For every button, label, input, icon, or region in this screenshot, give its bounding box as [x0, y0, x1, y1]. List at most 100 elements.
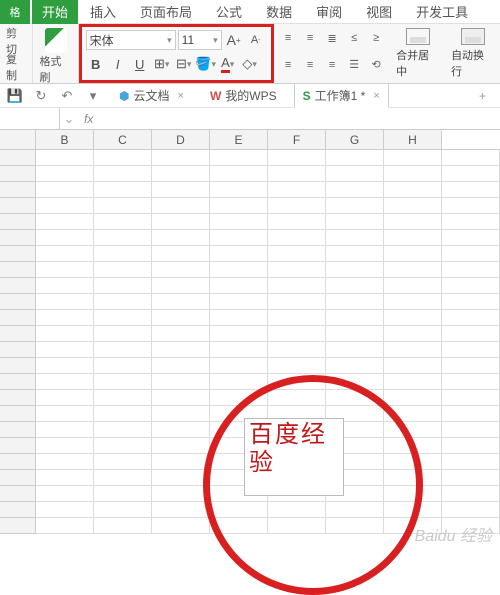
save-icon[interactable]: 💾	[6, 87, 24, 105]
cell[interactable]	[268, 182, 326, 198]
cell[interactable]	[326, 502, 384, 518]
cell[interactable]	[442, 214, 500, 230]
cell[interactable]	[268, 278, 326, 294]
col-header[interactable]: E	[210, 130, 268, 149]
cell[interactable]	[268, 198, 326, 214]
cell[interactable]	[36, 294, 94, 310]
cell[interactable]	[442, 486, 500, 502]
cell[interactable]	[152, 374, 210, 390]
indent-increase-button[interactable]: ≥	[366, 28, 386, 48]
cell[interactable]	[268, 214, 326, 230]
cell[interactable]	[152, 214, 210, 230]
cell[interactable]	[442, 278, 500, 294]
tab-review[interactable]: 审阅	[304, 0, 354, 24]
row-header[interactable]	[0, 198, 36, 214]
cell[interactable]	[384, 326, 442, 342]
cell[interactable]	[152, 246, 210, 262]
cell[interactable]	[210, 214, 268, 230]
tab-home[interactable]: 开始	[32, 0, 78, 24]
cell[interactable]	[152, 390, 210, 406]
cell[interactable]	[152, 454, 210, 470]
row-header[interactable]	[0, 166, 36, 182]
cell[interactable]	[152, 166, 210, 182]
cell[interactable]	[94, 390, 152, 406]
cell[interactable]	[442, 326, 500, 342]
merge-center-button[interactable]: 合并居中	[396, 47, 439, 79]
cell[interactable]	[152, 438, 210, 454]
undo-icon[interactable]: ↶	[58, 87, 76, 105]
cell[interactable]	[94, 214, 152, 230]
cell[interactable]	[326, 230, 384, 246]
cell[interactable]	[268, 502, 326, 518]
row-header[interactable]	[0, 246, 36, 262]
cell[interactable]	[442, 470, 500, 486]
close-icon[interactable]: ×	[373, 90, 379, 102]
cell[interactable]	[442, 502, 500, 518]
cell[interactable]	[268, 310, 326, 326]
border-style-button[interactable]: ⊟▾	[174, 54, 194, 74]
align-left-button[interactable]: ≡	[278, 55, 298, 75]
font-size-select[interactable]: 11 ▾	[178, 30, 222, 50]
cell[interactable]	[442, 166, 500, 182]
cell[interactable]	[210, 150, 268, 166]
cell[interactable]	[384, 390, 442, 406]
refresh-icon[interactable]: ↻	[32, 87, 50, 105]
cell[interactable]	[210, 294, 268, 310]
cell[interactable]	[384, 214, 442, 230]
row-header[interactable]	[0, 214, 36, 230]
cell[interactable]	[36, 358, 94, 374]
col-header[interactable]: D	[152, 130, 210, 149]
cell[interactable]	[442, 230, 500, 246]
cell[interactable]	[152, 294, 210, 310]
cell[interactable]	[94, 262, 152, 278]
cell[interactable]	[442, 374, 500, 390]
cell[interactable]	[152, 310, 210, 326]
cell[interactable]	[152, 518, 210, 534]
cell[interactable]	[442, 198, 500, 214]
align-middle-button[interactable]: ≡	[300, 28, 320, 48]
doc-tab-cloud[interactable]: ⬢ 云文档 ×	[110, 83, 193, 108]
row-header[interactable]	[0, 502, 36, 518]
cell[interactable]	[36, 470, 94, 486]
cell[interactable]	[268, 518, 326, 534]
row-header[interactable]	[0, 438, 36, 454]
cell[interactable]	[210, 230, 268, 246]
cell[interactable]	[326, 374, 384, 390]
clear-format-button[interactable]: ◇▾	[240, 54, 260, 74]
tab-insert[interactable]: 插入	[78, 0, 128, 24]
increase-font-button[interactable]: A+	[224, 30, 244, 50]
col-header[interactable]: B	[36, 130, 94, 149]
fill-color-button[interactable]: 🪣▾	[196, 54, 216, 74]
select-all-corner[interactable]	[0, 130, 36, 149]
cell[interactable]	[326, 214, 384, 230]
cell[interactable]	[152, 182, 210, 198]
cell[interactable]	[268, 262, 326, 278]
cell[interactable]	[442, 454, 500, 470]
cell[interactable]	[268, 374, 326, 390]
cell[interactable]	[94, 502, 152, 518]
cell[interactable]	[326, 246, 384, 262]
cell[interactable]	[268, 246, 326, 262]
font-color-button[interactable]: A▾	[218, 54, 238, 74]
cell[interactable]	[36, 214, 94, 230]
cell[interactable]	[36, 326, 94, 342]
fx-label[interactable]: fx	[78, 112, 99, 126]
cell[interactable]	[210, 390, 268, 406]
row-header[interactable]	[0, 182, 36, 198]
cell[interactable]	[94, 422, 152, 438]
row-header[interactable]	[0, 390, 36, 406]
cell[interactable]	[152, 198, 210, 214]
cell[interactable]	[36, 438, 94, 454]
cell[interactable]	[442, 310, 500, 326]
spreadsheet-grid[interactable]: B C D E F G H 百度经验	[0, 130, 500, 534]
cell[interactable]	[326, 150, 384, 166]
cell[interactable]	[36, 230, 94, 246]
row-header[interactable]	[0, 326, 36, 342]
cell[interactable]	[442, 262, 500, 278]
cell[interactable]	[94, 310, 152, 326]
row-header[interactable]	[0, 518, 36, 534]
merge-icon[interactable]	[406, 28, 430, 45]
cell[interactable]	[268, 294, 326, 310]
wrap-text-button[interactable]: 自动换行	[451, 47, 494, 79]
cell[interactable]	[36, 518, 94, 534]
